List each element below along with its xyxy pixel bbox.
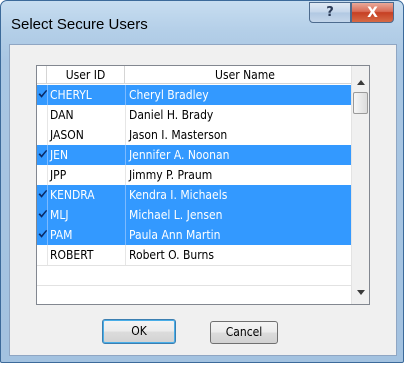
header-check-column <box>37 66 47 84</box>
cancel-button[interactable]: Cancel <box>210 321 278 344</box>
cell-user-id: JASON <box>47 125 125 145</box>
cell-user-name: Jennifer A. Noonan <box>125 145 366 165</box>
cell-user-name: Jason I. Masterson <box>125 125 366 145</box>
cell-user-id: PAM <box>47 225 125 245</box>
cell-user-id: KENDRA <box>47 185 125 205</box>
help-icon: ? <box>326 5 334 20</box>
row-check-cell[interactable] <box>37 145 47 165</box>
table-row[interactable]: JASON Jason I. Masterson <box>37 125 366 145</box>
dialog-title: Select Secure Users <box>11 16 148 33</box>
row-check-cell[interactable] <box>37 85 47 105</box>
checkmark-icon <box>38 210 47 218</box>
cell-user-id: ROBERT <box>47 245 125 265</box>
table-row[interactable]: CHERYL Cheryl Bradley <box>37 85 366 105</box>
table-row[interactable]: JEN Jennifer A. Noonan <box>37 145 366 165</box>
cell-user-id: CHERYL <box>47 85 125 105</box>
cell-user-name: Jimmy P. Praum <box>125 165 366 185</box>
row-check-cell[interactable] <box>37 245 47 265</box>
cell-user-name: Robert O. Burns <box>125 245 366 265</box>
table-row[interactable]: MLJ Michael L. Jensen <box>37 205 366 225</box>
dialog-client-area: User ID User Name CHERYL Cheryl Bradley DA… <box>9 44 397 356</box>
cell-user-name: Paula Ann Martin <box>125 225 366 245</box>
cell-user-id: JEN <box>47 145 125 165</box>
header-user-id[interactable]: User ID <box>47 66 125 84</box>
vertical-scrollbar[interactable] <box>351 66 369 304</box>
row-check-cell[interactable] <box>37 165 47 185</box>
row-check-cell[interactable] <box>37 225 47 245</box>
close-icon: X <box>367 4 378 21</box>
row-check-cell[interactable] <box>37 105 47 125</box>
grid-header: User ID User Name <box>37 66 366 84</box>
dialog-window: Select Secure Users ? X User ID User Nam… <box>0 0 404 363</box>
cell-user-id: DAN <box>47 105 125 125</box>
empty-row-divider <box>37 285 367 286</box>
empty-row-divider <box>37 265 367 266</box>
row-check-cell[interactable] <box>37 125 47 145</box>
users-grid[interactable]: User ID User Name CHERYL Cheryl Bradley DA… <box>36 65 370 305</box>
cell-user-name: Kendra I. Michaels <box>125 185 366 205</box>
cell-user-id: JPP <box>47 165 125 185</box>
scroll-up-icon[interactable] <box>357 80 365 85</box>
table-row[interactable]: PAM Paula Ann Martin <box>37 225 366 245</box>
table-row[interactable]: KENDRA Kendra I. Michaels <box>37 185 366 205</box>
checkmark-icon <box>38 230 47 238</box>
close-button[interactable]: X <box>351 2 394 23</box>
checkmark-icon <box>38 90 47 98</box>
cell-user-id: MLJ <box>47 205 125 225</box>
cell-user-name: Daniel H. Brady <box>125 105 366 125</box>
table-row[interactable]: ROBERT Robert O. Burns <box>37 245 366 265</box>
row-check-cell[interactable] <box>37 185 47 205</box>
cell-user-name: Cheryl Bradley <box>125 85 366 105</box>
header-user-name[interactable]: User Name <box>125 66 366 84</box>
checkmark-icon <box>38 190 47 198</box>
row-check-cell[interactable] <box>37 205 47 225</box>
scroll-down-icon[interactable] <box>357 290 365 295</box>
cell-user-name: Michael L. Jensen <box>125 205 366 225</box>
checkmark-icon <box>38 150 47 158</box>
help-button[interactable]: ? <box>309 2 351 23</box>
table-row[interactable]: DAN Daniel H. Brady <box>37 105 366 125</box>
ok-button[interactable]: OK <box>102 319 176 344</box>
scroll-thumb[interactable] <box>353 92 368 114</box>
table-row[interactable]: JPP Jimmy P. Praum <box>37 165 366 185</box>
